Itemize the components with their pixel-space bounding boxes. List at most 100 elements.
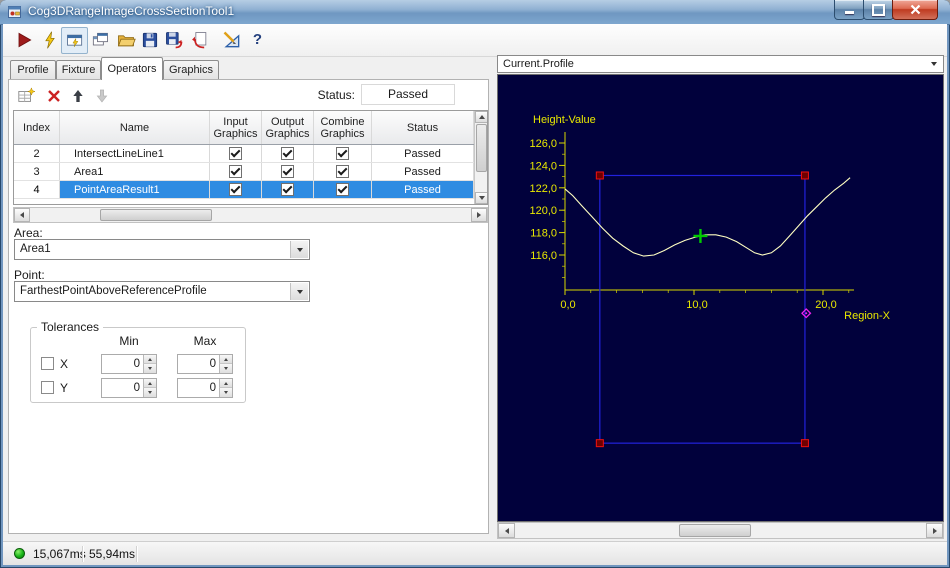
down-arrow-icon: [96, 89, 108, 103]
x-min-spinner[interactable]: 0: [101, 354, 157, 374]
hscroll-thumb[interactable]: [100, 209, 212, 221]
grid-header-status[interactable]: Status: [372, 111, 474, 144]
tab-operators[interactable]: Operators: [101, 57, 163, 80]
grid-header-input[interactable]: Input Graphics: [210, 111, 262, 144]
chevron-down-icon: [296, 289, 303, 294]
cell-name: PointAreaResult1: [60, 181, 210, 198]
cell-name: IntersectLineLine1: [60, 145, 210, 162]
scroll-right-button[interactable]: [471, 208, 487, 222]
add-operator-button[interactable]: [15, 85, 37, 107]
grid-vscrollbar[interactable]: [474, 111, 487, 204]
status-bar: 15,067ms 55,94ms: [3, 541, 947, 565]
float-window-button[interactable]: [87, 27, 112, 52]
x-tolerance-checkbox[interactable]: [41, 357, 54, 370]
grid-header-name[interactable]: Name: [60, 111, 210, 144]
spin-up-button[interactable]: [143, 355, 156, 364]
y-min-spinner[interactable]: 0: [101, 378, 157, 398]
svg-text:126,0: 126,0: [529, 138, 557, 150]
output-graphics-checkbox[interactable]: [281, 165, 294, 178]
up-arrow-icon: [148, 357, 152, 361]
execution-time: 15,067ms: [33, 547, 86, 561]
operators-grid: Index Name Input Graphics Output Graphic…: [13, 110, 488, 205]
svg-text:Height-Value: Height-Value: [533, 114, 596, 126]
move-down-button[interactable]: [91, 85, 113, 107]
scroll-right-button[interactable]: [926, 523, 943, 538]
floppy-icon: [142, 32, 157, 47]
down-arrow-icon: [478, 196, 485, 200]
y-min-value: 0: [133, 382, 140, 394]
spin-down-button[interactable]: [143, 388, 156, 397]
tab-fixture[interactable]: Fixture: [56, 60, 101, 79]
delete-operator-button[interactable]: [43, 85, 65, 107]
area-label: Area:: [14, 226, 43, 240]
profile-display[interactable]: 126,0 124,0 122,0 120,0 118,0 116,0 0,0 10,0 20,…: [497, 74, 944, 522]
max-header: Max: [193, 334, 217, 348]
combine-graphics-checkbox[interactable]: [336, 147, 349, 160]
tab-graphics[interactable]: Graphics: [163, 60, 219, 79]
scroll-left-button[interactable]: [14, 208, 30, 222]
close-button[interactable]: [892, 0, 938, 20]
minimize-button[interactable]: [834, 0, 865, 20]
input-graphics-checkbox[interactable]: [229, 165, 242, 178]
point-combobox[interactable]: FarthestPointAboveReferenceProfile: [14, 281, 310, 302]
hscroll-thumb[interactable]: [679, 524, 751, 537]
display-hscrollbar[interactable]: [497, 522, 944, 539]
y-max-spinner[interactable]: 0: [177, 378, 233, 398]
x-max-spinner[interactable]: 0: [177, 354, 233, 374]
dropdown-button[interactable]: [290, 283, 308, 300]
live-run-button[interactable]: [37, 27, 62, 52]
down-arrow-icon: [224, 367, 228, 370]
spin-down-button[interactable]: [219, 388, 232, 397]
svg-text:20,0: 20,0: [815, 299, 836, 311]
cell-index: 4: [14, 181, 60, 198]
x-label: X: [60, 357, 69, 371]
revert-button[interactable]: [187, 27, 212, 52]
output-graphics-checkbox[interactable]: [281, 147, 294, 160]
grid-header-output[interactable]: Output Graphics: [262, 111, 314, 144]
electric-results-toggle[interactable]: [61, 27, 88, 54]
scroll-up-button[interactable]: [475, 111, 487, 123]
run-button[interactable]: [11, 27, 36, 52]
profile-chart[interactable]: 126,0 124,0 122,0 120,0 118,0 116,0 0,0 10,0 20,…: [498, 75, 943, 521]
spin-down-button[interactable]: [143, 364, 156, 373]
y-tolerance-checkbox[interactable]: [41, 381, 54, 394]
title-bar[interactable]: Cog3DRangeImageCrossSectionTool1: [0, 0, 950, 25]
status-label: Status:: [317, 88, 355, 102]
save-as-button[interactable]: [161, 27, 186, 52]
dropdown-button[interactable]: [290, 241, 308, 258]
dropdown-button[interactable]: [925, 57, 942, 71]
measure-tools-button[interactable]: [219, 27, 244, 52]
help-button[interactable]: ?: [245, 27, 270, 52]
grid-header-combine[interactable]: Combine Graphics: [314, 111, 372, 144]
grid-hscrollbar[interactable]: [13, 207, 488, 223]
display-selector-combobox[interactable]: Current.Profile: [497, 55, 944, 73]
cell-combine-graphics: [314, 163, 372, 180]
status-value: Passed: [361, 84, 455, 105]
scroll-left-button[interactable]: [498, 523, 515, 538]
min-header: Min: [119, 334, 139, 348]
spin-up-button[interactable]: [219, 355, 232, 364]
input-graphics-checkbox[interactable]: [229, 147, 242, 160]
move-up-button[interactable]: [67, 85, 89, 107]
area-combobox[interactable]: Area1: [14, 239, 310, 260]
maximize-button[interactable]: [863, 0, 894, 20]
grid-row[interactable]: 3 Area1 Passed: [14, 163, 474, 181]
save-button[interactable]: [137, 27, 162, 52]
spin-down-button[interactable]: [219, 364, 232, 373]
grid-row-selected[interactable]: 4 PointAreaResult1 Passed: [14, 181, 474, 199]
grid-header-index[interactable]: Index: [14, 111, 60, 144]
left-arrow-icon: [20, 212, 24, 218]
spin-up-button[interactable]: [219, 379, 232, 388]
tab-profile[interactable]: Profile: [10, 60, 56, 79]
grid-row[interactable]: 2 IntersectLineLine1 Passed: [14, 145, 474, 163]
spin-up-button[interactable]: [143, 379, 156, 388]
scroll-down-button[interactable]: [475, 192, 487, 204]
combine-graphics-checkbox[interactable]: [336, 183, 349, 196]
input-graphics-checkbox[interactable]: [229, 183, 242, 196]
cell-input-graphics: [210, 181, 262, 198]
output-graphics-checkbox[interactable]: [281, 183, 294, 196]
up-arrow-icon: [148, 381, 152, 385]
combine-graphics-checkbox[interactable]: [336, 165, 349, 178]
vscroll-thumb[interactable]: [476, 124, 487, 172]
open-button[interactable]: [113, 27, 138, 52]
